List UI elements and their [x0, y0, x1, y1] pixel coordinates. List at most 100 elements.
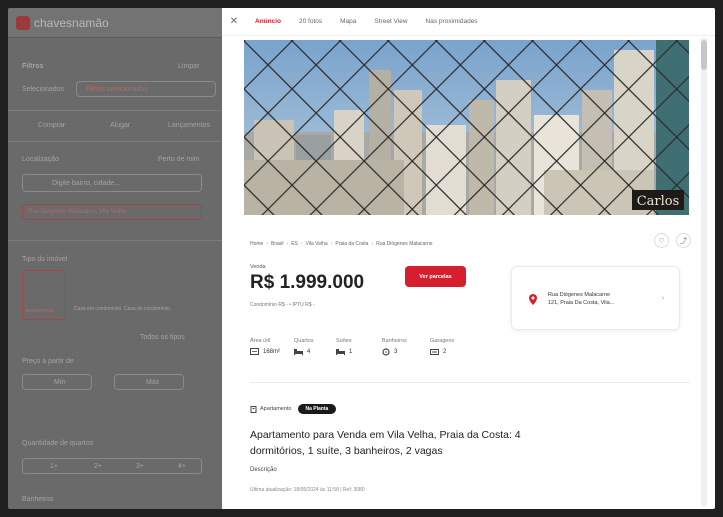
address-card[interactable]: Rua Diógenes Malacarne 121, Praia Da Cos…	[511, 266, 680, 330]
screen: chavesnamão Filtros Limpar Selecionados …	[8, 8, 715, 509]
see-installments-button[interactable]: Ver parcelas	[405, 266, 466, 287]
tab-photos[interactable]: 20 fotos	[290, 18, 331, 25]
garage-icon	[430, 349, 439, 355]
feature-value-row: 1	[336, 348, 352, 355]
tab-nearby[interactable]: Nas proximidades	[417, 18, 487, 25]
price-details: Condomínio R$ - • IPTU R$ -	[250, 302, 315, 308]
rooms-selector[interactable]	[22, 458, 202, 474]
active-filters-text: Filtros selecionados	[86, 86, 148, 93]
price-min-placeholder: Mín	[54, 379, 66, 386]
address-street: Rua Diógenes Malacarne	[548, 292, 611, 298]
feature-label: Quartos	[294, 338, 314, 344]
section-divider	[250, 382, 690, 383]
feature-value: 1	[349, 348, 353, 355]
breadcrumb-item[interactable]: Vila Velha	[306, 241, 328, 247]
divider	[8, 240, 222, 241]
feature-bathrooms: Banheiros 3	[382, 338, 407, 356]
feature-label: Banheiros	[382, 338, 407, 344]
property-type-house[interactable]	[72, 270, 116, 320]
tab-comprar[interactable]: Comprar	[38, 122, 65, 129]
scrollbar-thumb[interactable]	[701, 40, 707, 70]
address-neighborhood: 121, Praia Da Costa, Vila...	[548, 300, 615, 306]
selected-label: Selecionados	[22, 86, 65, 93]
suite-icon	[336, 349, 345, 355]
location-chip-text: Rua Diógenes Malacarne, Vila Velha	[28, 209, 126, 215]
breadcrumb-item[interactable]: Praia da Costa	[335, 241, 368, 247]
listing-modal: ✕ Anúncio 20 fotos Mapa Street View Nas …	[222, 8, 715, 509]
tab-street-view[interactable]: Street View	[365, 18, 416, 25]
area-icon	[250, 348, 259, 355]
feature-value: 2	[443, 348, 447, 355]
property-type-row: Apartamento Na Planta	[250, 404, 337, 414]
property-type-label: Tipo do imóvel	[22, 256, 68, 263]
bed-icon	[294, 349, 303, 355]
bathrooms-label: Banheiros	[22, 496, 54, 503]
last-updated: Última atualização: 18/05/2024 às 11:58 …	[250, 487, 365, 493]
status-badge: Na Planta	[297, 404, 337, 414]
close-icon[interactable]: ✕	[222, 16, 246, 27]
breadcrumb-separator: ›	[371, 241, 374, 247]
breadcrumb: Home › Brasil › ES › Vila Velha › Praia …	[250, 241, 433, 247]
building-icon	[250, 405, 257, 413]
feature-garages: Garagens 2	[430, 338, 454, 355]
property-type-text: Apartamento	[260, 406, 292, 412]
tab-lancamentos[interactable]: Lançamentos	[168, 122, 210, 129]
location-pin-icon	[529, 294, 537, 305]
filters-label: Filtros	[22, 63, 44, 70]
room-option[interactable]: 1+	[50, 463, 58, 470]
divider	[8, 141, 222, 142]
listing-title: Apartamento para Venda em Vila Velha, Pr…	[250, 429, 521, 457]
tab-anuncio[interactable]: Anúncio	[246, 18, 290, 25]
description-label: Descrição	[250, 467, 277, 473]
room-option[interactable]: 3+	[136, 463, 144, 470]
feature-label: Área útil	[250, 338, 271, 344]
breadcrumb-item[interactable]: Brasil	[271, 241, 284, 247]
price-value: R$ 1.999.000	[250, 272, 365, 293]
feature-label: Garagens	[430, 338, 455, 344]
room-option[interactable]: 2+	[94, 463, 102, 470]
search-sidebar: chavesnamão Filtros Limpar Selecionados …	[8, 8, 222, 509]
location-placeholder: Digite bairro, cidade...	[52, 180, 121, 187]
feature-value-row: 168m²	[250, 348, 280, 355]
feature-value-row: 3	[382, 348, 407, 356]
feature-suites: Suítes 1	[336, 338, 352, 355]
breadcrumb-separator: ›	[286, 241, 289, 247]
breadcrumb-separator: ›	[300, 241, 303, 247]
property-type: Apartamento	[250, 405, 292, 413]
feature-label: Suítes	[336, 338, 352, 344]
breadcrumb-separator: ›	[330, 241, 333, 247]
share-icon[interactable]: ⤴	[676, 233, 691, 248]
feature-bedrooms: Quartos 4	[294, 338, 314, 355]
feature-value: 168m²	[263, 348, 281, 355]
feature-value-row: 2	[430, 348, 454, 355]
tab-map[interactable]: Mapa	[331, 18, 365, 25]
property-photo[interactable]: Carlos	[244, 40, 689, 215]
location-label: Localização	[22, 156, 59, 163]
breadcrumb-item[interactable]: Rua Diógenes Malacarne	[376, 241, 432, 247]
feature-value: 4	[307, 348, 311, 355]
feature-value-row: 4	[294, 348, 314, 355]
breadcrumb-separator: ›	[266, 241, 269, 247]
divider	[8, 110, 222, 111]
price-max-placeholder: Máx	[146, 379, 160, 386]
logo-icon	[16, 15, 30, 30]
favorite-icon[interactable]: ♡	[654, 233, 669, 248]
property-type-house-label: Casa em condomínio	[74, 306, 122, 312]
tab-alugar[interactable]: Alugar	[110, 122, 130, 129]
breadcrumb-item[interactable]: ES	[291, 241, 298, 247]
see-all-types-link[interactable]: Todos os tipos	[140, 334, 185, 341]
clear-filters-link[interactable]: Limpar	[178, 63, 199, 70]
scrollbar[interactable]	[701, 38, 707, 506]
chevron-right-icon: ›	[662, 295, 665, 302]
property-photo-image: Carlos	[244, 40, 689, 215]
property-type-condo-label: Casa de condomínio	[124, 306, 170, 312]
logo-text: chavesnamão	[34, 15, 109, 30]
breadcrumb-item[interactable]: Home	[250, 241, 263, 247]
property-type-condo[interactable]	[122, 270, 166, 320]
near-me-link[interactable]: Perto de mim	[158, 156, 200, 163]
bath-icon	[382, 348, 390, 356]
modal-tab-bar: ✕ Anúncio 20 fotos Mapa Street View Nas …	[222, 8, 715, 36]
room-option[interactable]: 4+	[178, 463, 186, 470]
site-header: chavesnamão	[8, 8, 222, 38]
price-label: Preço à partir de	[22, 358, 74, 365]
